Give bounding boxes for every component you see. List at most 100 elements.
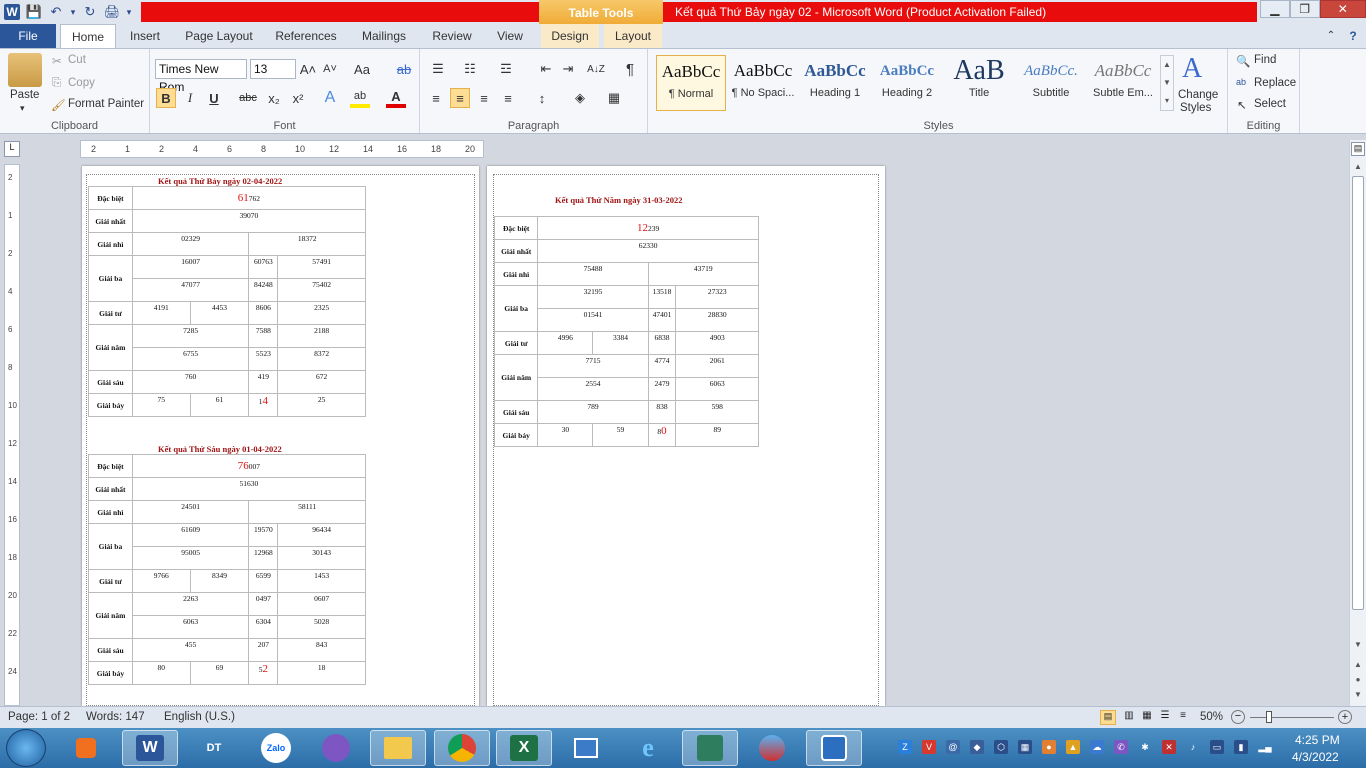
prize-cell[interactable]: 80 (647, 423, 677, 447)
prize-cell[interactable]: 2554 (537, 377, 649, 401)
sort-icon[interactable]: A↓Z (586, 59, 606, 79)
prize-cell[interactable]: 47401 (647, 308, 677, 332)
style-title[interactable]: AaB Title (944, 55, 1014, 111)
prize-cell[interactable]: 4453 (189, 301, 250, 325)
numbering-icon[interactable]: ☷ (460, 59, 480, 79)
clock-date[interactable]: 4/3/2022 (1292, 750, 1339, 764)
redo-icon[interactable]: ↻ (80, 2, 100, 22)
prize-cell[interactable]: 2061 (675, 354, 759, 378)
prize-cell[interactable]: 47077 (131, 278, 250, 302)
tray-grid-icon[interactable]: ▦ (1018, 740, 1032, 754)
select-button[interactable]: Select (1254, 98, 1286, 110)
prize-cell[interactable]: 80 (131, 661, 191, 685)
change-styles-button[interactable]: Change (1178, 89, 1218, 101)
prize-cell[interactable]: 2188 (277, 324, 366, 348)
web-layout-icon[interactable]: ▦ (1139, 710, 1155, 721)
prize-cell[interactable]: 75402 (277, 278, 366, 302)
copy-button[interactable]: Copy (68, 77, 95, 89)
browse-object-icon[interactable]: ● (1352, 675, 1364, 684)
superscript-button[interactable]: x² (288, 88, 308, 108)
bullets-icon[interactable]: ☰ (428, 59, 448, 79)
lottery-table-1[interactable]: Đặc biệt 61762 Giải nhất 39070 Giải nhì 023… (88, 186, 367, 417)
tray-update-icon[interactable]: ▲ (1066, 740, 1080, 754)
prize-cell[interactable]: 14 (248, 393, 279, 417)
prize-cell[interactable]: 5028 (277, 615, 366, 639)
strikethrough-button[interactable]: abc (238, 88, 258, 108)
prize-cell[interactable]: 69 (189, 661, 250, 685)
page-count[interactable]: Page: 1 of 2 (8, 711, 70, 723)
prize-cell[interactable]: 57491 (277, 255, 366, 279)
tab-mailings[interactable]: Mailings (354, 24, 414, 48)
minimize-ribbon-icon[interactable]: ⌃ (1322, 24, 1340, 48)
taskbar-zalo-icon[interactable]: Zalo (248, 730, 304, 766)
replace-button[interactable]: Replace (1254, 77, 1296, 89)
prize-cell[interactable]: 760 (131, 370, 250, 394)
prize-cell[interactable]: 7588 (248, 324, 279, 348)
prize-cell[interactable]: 2325 (277, 301, 366, 325)
prize-cell[interactable]: 4191 (131, 301, 191, 325)
prize-cell[interactable]: 6063 (675, 377, 759, 401)
shading-icon[interactable]: ◈ (570, 88, 590, 108)
align-center-icon[interactable]: ≡ (450, 88, 470, 108)
prize-cell[interactable]: 25 (277, 393, 366, 417)
prize-cell[interactable]: 28830 (675, 308, 759, 332)
increase-indent-icon[interactable]: ⇥ (558, 59, 578, 79)
taskbar-browser-icon[interactable] (744, 730, 800, 766)
draft-view-icon[interactable]: ≡ (1175, 710, 1191, 721)
tray-display-icon[interactable]: ▭ (1210, 740, 1224, 754)
bold-button[interactable]: B (156, 88, 176, 108)
maximize-button[interactable]: ❐ (1289, 0, 1320, 18)
prize-cell[interactable]: 207 (248, 638, 279, 662)
paste-dropdown-icon[interactable]: ▾ (20, 103, 25, 114)
subscript-button[interactable]: x₂ (264, 88, 284, 108)
customize-qat-icon[interactable]: ▾ (124, 2, 134, 22)
style-subtle-emphasis[interactable]: AaBbCc Subtle Em... (1088, 55, 1158, 111)
tray-at-icon[interactable]: @ (946, 740, 960, 754)
clock-time[interactable]: 4:25 PM (1295, 733, 1340, 747)
font-size-input[interactable]: 13 (250, 59, 296, 79)
prize-cell[interactable]: 0607 (277, 592, 366, 616)
decrease-indent-icon[interactable]: ⇤ (536, 59, 556, 79)
styles-scroll[interactable]: ▲ ▼ ▾ (1160, 55, 1174, 111)
prize-cell[interactable]: 95005 (131, 546, 250, 570)
view-ruler-icon[interactable]: ▤ (1351, 142, 1365, 156)
prize-cell[interactable]: 419 (248, 370, 279, 394)
prize-cell[interactable]: 18 (277, 661, 366, 685)
prize-cell[interactable]: 30143 (277, 546, 366, 570)
cut-button[interactable]: Cut (68, 54, 86, 66)
taskbar-shield-app-icon[interactable] (806, 730, 862, 766)
prize-cell[interactable]: 75488 (537, 262, 649, 286)
prize-cell[interactable]: 843 (277, 638, 366, 662)
taskbar-dt-icon[interactable]: DT (186, 730, 242, 766)
prize-cell[interactable]: 6304 (248, 615, 279, 639)
zoom-in-icon[interactable]: + (1338, 710, 1352, 724)
prize-cell[interactable]: 6838 (647, 331, 677, 355)
taskbar-explorer-icon[interactable] (370, 730, 426, 766)
tab-table-design[interactable]: Design (541, 24, 599, 48)
word-count[interactable]: Words: 147 (86, 711, 145, 723)
tray-network-icon[interactable]: ⬡ (994, 740, 1008, 754)
special-prize-cell[interactable]: 12239 (537, 216, 759, 240)
prize-cell[interactable]: 0497 (248, 592, 279, 616)
prize-cell[interactable]: 838 (647, 400, 677, 424)
paste-icon[interactable] (8, 53, 42, 87)
horizontal-ruler[interactable]: 2 1 2 4 6 8 10 12 14 16 18 20 (80, 140, 484, 158)
font-name-input[interactable]: Times New Rom (155, 59, 247, 94)
prize-cell[interactable]: 61 (189, 393, 250, 417)
prize-cell[interactable]: 89 (675, 423, 759, 447)
prize-cell[interactable]: 18372 (248, 232, 366, 256)
prize-cell[interactable]: 6063 (131, 615, 250, 639)
taskbar-word-icon[interactable]: W (122, 730, 178, 766)
scroll-thumb[interactable] (1352, 176, 1364, 610)
tray-battery-icon[interactable]: ▮ (1234, 740, 1248, 754)
prize-cell[interactable]: 16007 (131, 255, 250, 279)
previous-page-icon[interactable]: ▲ (1352, 660, 1364, 669)
language-indicator[interactable]: English (U.S.) (164, 711, 235, 723)
prize-cell[interactable]: 8372 (277, 347, 366, 371)
tray-app-icon[interactable]: ● (1042, 740, 1056, 754)
prize-cell[interactable]: 59 (592, 423, 649, 447)
lottery-table-2[interactable]: Đặc biệt 76007 Giải nhất 51630 Giải nhì 245… (88, 454, 367, 685)
align-right-icon[interactable]: ≡ (474, 88, 494, 108)
format-painter-button[interactable]: Format Painter (68, 98, 144, 110)
vertical-ruler[interactable]: 2 1 2 4 6 8 10 12 14 16 18 20 22 24 (4, 164, 20, 706)
